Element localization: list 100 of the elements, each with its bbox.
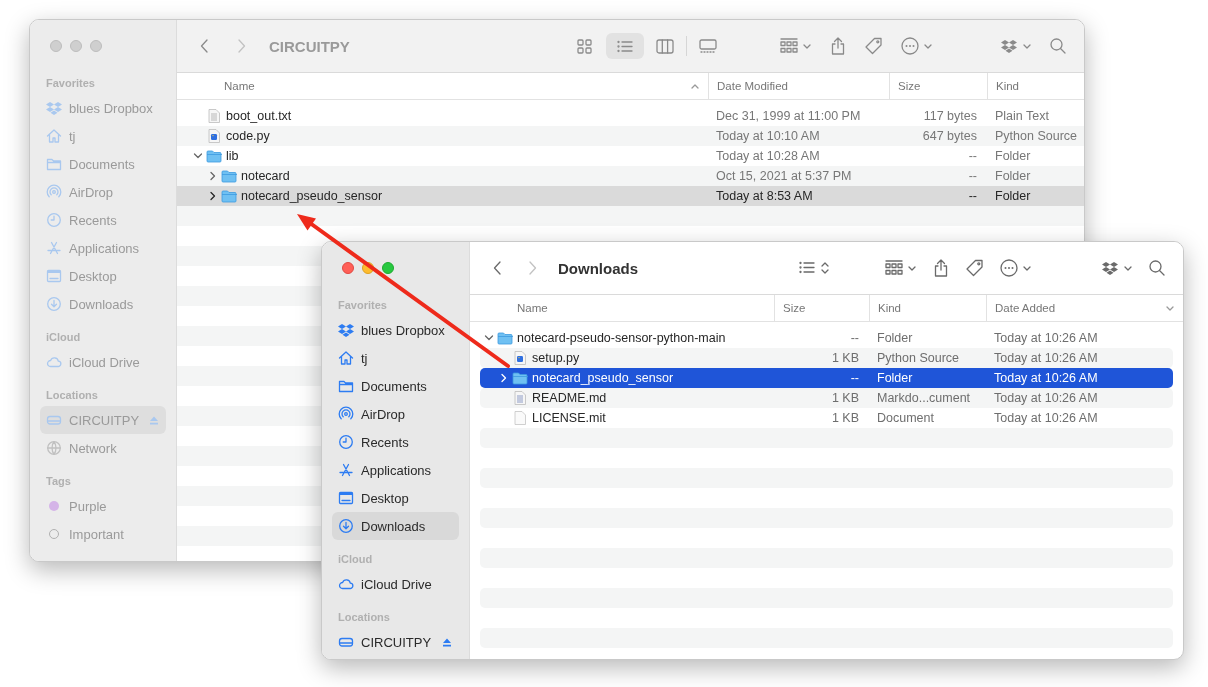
up-down-icon[interactable] xyxy=(820,260,830,276)
date-cell-text: Oct 15, 2021 at 5:37 PM xyxy=(715,169,853,183)
grid-view-icon[interactable] xyxy=(575,36,595,56)
sidebar-label: CIRCUITPY xyxy=(69,412,140,428)
size-cell-text: 1 KB xyxy=(830,411,860,425)
window-title: CIRCUITPY xyxy=(269,37,350,55)
python-file-icon xyxy=(206,128,222,144)
dropbox-icon xyxy=(338,322,354,338)
file-row[interactable]: notecard-pseudo-sensor-python-main -- Folder Today at 10:26 AM xyxy=(480,328,1173,348)
size-cell-text: 117 bytes xyxy=(922,109,978,123)
sidebar-item[interactable]: CIRCUITPY xyxy=(332,628,459,656)
sidebar-label: Important xyxy=(69,526,124,542)
airdrop-icon xyxy=(338,406,354,422)
file-name: notecard_pseudo_sensor xyxy=(532,371,674,385)
column-view-icon[interactable] xyxy=(655,36,675,56)
sidebar-label: Network xyxy=(69,440,117,456)
sidebar-heading: Tags xyxy=(45,474,72,489)
sidebar-item[interactable]: AirDrop xyxy=(332,400,459,428)
disclosure-down-icon[interactable] xyxy=(484,333,494,343)
column-header[interactable]: Kind xyxy=(869,295,986,321)
sidebar-label: tj xyxy=(361,350,368,366)
date-cell-text: Dec 31, 1999 at 11:00 PM xyxy=(715,109,862,123)
date-cell-text: Today at 10:26 AM xyxy=(993,411,1099,425)
download-icon xyxy=(338,518,354,534)
download-icon xyxy=(46,296,62,312)
sidebar-label: Purple xyxy=(69,498,107,514)
sidebar-item[interactable]: Desktop xyxy=(332,484,459,512)
more-icon[interactable] xyxy=(999,258,1019,278)
sidebar-label: Recents xyxy=(361,434,409,450)
file-row[interactable]: README.md 1 KB Markdo...cument Today at 10:26 AM xyxy=(480,388,1173,408)
sidebar-item[interactable]: Recents xyxy=(332,428,459,456)
sidebar-item[interactable]: iCloud Drive xyxy=(332,570,459,598)
kind-cell-text: Folder xyxy=(876,371,914,385)
folder-icon xyxy=(206,148,222,164)
sidebar-item[interactable]: blues Dropbox xyxy=(332,316,459,344)
sidebar-label: Desktop xyxy=(361,490,409,506)
file-name: notecard-pseudo-sensor-python-main xyxy=(517,331,726,345)
folder-icon xyxy=(221,168,237,184)
sidebar-item[interactable]: tj xyxy=(332,344,459,372)
folder-icon xyxy=(221,188,237,204)
folder-icon xyxy=(497,330,513,346)
window-title: Downloads xyxy=(558,259,638,277)
date-cell-text: Today at 10:26 AM xyxy=(993,331,1099,345)
file-row[interactable]: notecard_pseudo_sensor -- Folder Today at 10:26 AM xyxy=(480,368,1173,388)
kind-cell-text: Markdo...cument xyxy=(876,391,972,405)
markdown-file-icon xyxy=(512,390,528,406)
sidebar-heading: Favorites xyxy=(337,298,388,313)
column-header[interactable]: Date Added xyxy=(986,295,1183,321)
gallery-view-icon[interactable] xyxy=(698,36,718,56)
sidebar-label: Downloads xyxy=(361,518,426,534)
desktop-icon xyxy=(338,490,354,506)
column-header[interactable]: Size xyxy=(774,295,869,321)
file-name: README.md xyxy=(532,391,607,405)
group-icon[interactable] xyxy=(884,258,904,278)
date-cell-text: Today at 10:10 AM xyxy=(715,129,821,143)
kind-cell-text: Folder xyxy=(876,331,914,345)
date-cell-text: Today at 8:53 AM xyxy=(715,189,814,203)
file-row[interactable]: LICENSE.mit 1 KB Document Today at 10:26 AM xyxy=(480,408,1173,428)
file-name: lib xyxy=(226,149,239,163)
sidebar-label: Documents xyxy=(361,378,427,394)
sidebar-item[interactable]: Downloads xyxy=(332,512,459,540)
sidebar-label: AirDrop xyxy=(69,184,114,200)
sidebar-heading: iCloud xyxy=(45,330,82,345)
cloud-icon xyxy=(338,576,354,592)
file-row[interactable]: setup.py 1 KB Python Source Today at 10:26 AM xyxy=(480,348,1173,368)
folder-icon xyxy=(46,156,62,172)
zoom-button[interactable] xyxy=(382,262,394,274)
close-button[interactable] xyxy=(342,262,354,274)
file-name: setup.py xyxy=(532,351,580,365)
sidebar-heading: Favorites xyxy=(45,76,96,91)
size-cell-text: -- xyxy=(967,189,978,203)
tag-icon[interactable] xyxy=(965,258,985,278)
sidebar-label: Downloads xyxy=(69,296,134,312)
sidebar-heading: Locations xyxy=(337,610,391,625)
sidebar-label: Desktop xyxy=(69,268,117,284)
sidebar-item[interactable]: Applications xyxy=(332,456,459,484)
date-cell-text: Today at 10:26 AM xyxy=(993,371,1099,385)
kind-cell-text: Python Source xyxy=(994,129,1078,143)
tag-circle-icon xyxy=(49,529,59,539)
sidebar-item[interactable]: Documents xyxy=(332,372,459,400)
date-cell-text: Today at 10:26 AM xyxy=(993,391,1099,405)
desktop-icon xyxy=(46,268,62,284)
sidebar-label: blues Dropbox xyxy=(69,100,153,116)
size-cell-text: 1 KB xyxy=(830,391,860,405)
column-header[interactable]: Name xyxy=(470,295,774,321)
search-icon[interactable] xyxy=(1147,258,1167,278)
sidebar-label: CIRCUITPY xyxy=(361,634,432,650)
clock-icon xyxy=(338,434,354,450)
text-file-icon xyxy=(206,108,222,124)
apps-icon xyxy=(338,462,354,478)
sidebar-heading: iCloud xyxy=(337,552,374,567)
eject-icon[interactable] xyxy=(441,636,453,648)
python-file-icon xyxy=(512,350,528,366)
document-icon xyxy=(512,410,528,426)
home-icon xyxy=(338,350,354,366)
disclosure-right-icon[interactable] xyxy=(499,373,509,383)
cloud-icon xyxy=(46,354,62,370)
sidebar-label: iCloud Drive xyxy=(69,354,140,370)
home-icon xyxy=(46,128,62,144)
date-cell-text: Today at 10:26 AM xyxy=(993,351,1099,365)
